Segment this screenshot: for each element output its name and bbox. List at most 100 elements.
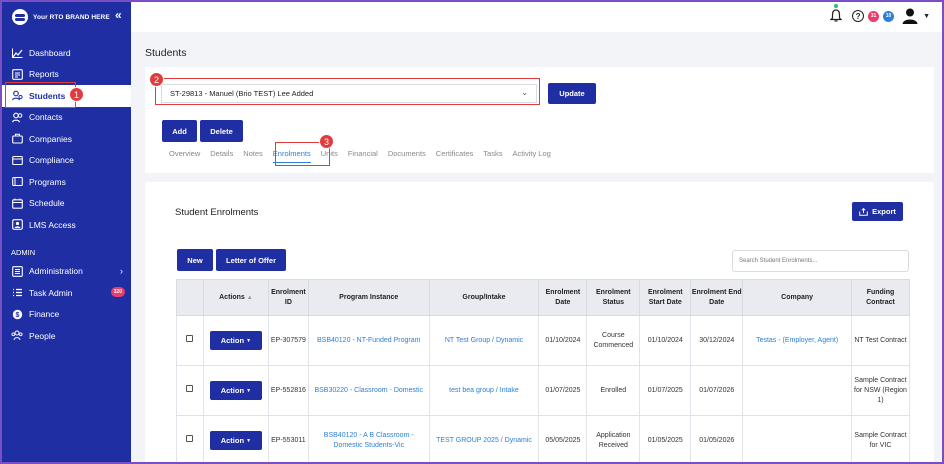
update-button[interactable]: Update [548, 83, 596, 104]
bell-icon[interactable] [829, 4, 844, 24]
tab-documents[interactable]: Documents [388, 149, 426, 163]
people-icon [11, 330, 23, 341]
collapse-sidebar-icon[interactable]: « [115, 8, 122, 22]
page-title: Students [145, 47, 187, 59]
column-header: Enrolment ID [267, 279, 309, 316]
row-checkbox[interactable] [186, 435, 194, 442]
lms-icon [11, 219, 23, 231]
app-frame: Your RTO BRAND HERE « Dashboard Reports [2, 2, 942, 462]
row-action-button[interactable]: Action ▼ [209, 431, 262, 450]
company-link[interactable] [742, 365, 852, 416]
compliance-icon [11, 155, 23, 166]
column-header: Enrolment End Date [690, 279, 744, 316]
letter-of-offer-button[interactable]: Letter of Offer [216, 249, 286, 271]
schedule-icon [11, 198, 23, 209]
column-header: Funding Contract [851, 279, 910, 316]
task-count-badge: 320 [110, 287, 125, 297]
enrolment-start-date: 01/10/2024 [639, 315, 692, 366]
sidebar-item-schedule[interactable]: Schedule [2, 193, 131, 215]
enrolment-date: 05/05/2025 [538, 415, 588, 462]
tab-activity-log[interactable]: Activity Log [512, 149, 550, 163]
help-icon[interactable]: ? [852, 10, 865, 22]
sidebar-item-task-admin[interactable]: Task Admin 320 [2, 282, 131, 304]
search-input[interactable]: Search Student Enrolments... [732, 250, 909, 272]
column-header: Enrolment Start Date [639, 279, 692, 316]
column-header: Program Instance [307, 279, 430, 316]
caret-down-icon: ▼ [246, 337, 252, 344]
enrolments-heading: Student Enrolments [175, 207, 259, 218]
brand[interactable]: Your RTO BRAND HERE [12, 9, 110, 25]
tab-financial[interactable]: Financial [348, 149, 378, 163]
sidebar-section-admin: ADMIN [11, 247, 36, 257]
tab-tasks[interactable]: Tasks [483, 149, 502, 163]
enrolment-id: EP-307579 [267, 315, 309, 366]
sidebar-item-dashboard[interactable]: Dashboard [2, 42, 131, 64]
sort-icon: ▲ [246, 294, 253, 301]
group-intake-link[interactable]: test bea group / Intake [428, 365, 540, 416]
company-link[interactable] [742, 415, 852, 462]
column-header: Group/Intake [428, 279, 540, 316]
tab-certificates[interactable]: Certificates [436, 149, 474, 163]
sidebar-item-label: Dashboard [29, 47, 71, 58]
funding-contract: NT Test Contract [851, 315, 910, 366]
enrolment-start-date: 01/05/2025 [639, 415, 692, 462]
table-header-row: Actions ▲ Enrolment ID Program Instance … [176, 279, 910, 316]
sidebar-item-administration[interactable]: Administration › [2, 261, 131, 283]
highlight-students [5, 82, 76, 108]
add-button[interactable]: Add [162, 120, 197, 142]
alerts-badge[interactable]: 10 [883, 10, 895, 22]
row-checkbox[interactable] [186, 335, 194, 342]
user-menu-caret-icon[interactable]: ▼ [923, 13, 930, 20]
table-row: Action ▼ EP-552816 BSB30220 - Classroom … [176, 365, 910, 416]
top-icons: ? 31 10 ▼ [829, 4, 930, 25]
sidebar-item-label: Schedule [29, 198, 65, 209]
caret-down-icon: ▼ [246, 437, 252, 444]
delete-button[interactable]: Delete [200, 120, 243, 142]
sidebar-item-companies[interactable]: Companies [2, 128, 131, 150]
new-enrolment-button[interactable]: New [177, 249, 213, 271]
sidebar-item-label: Companies [29, 133, 72, 144]
enrolments-card: Student Enrolments Export New Letter of … [145, 182, 934, 462]
program-instance-link[interactable]: BSB40120 - A B Classroom - Domestic Stud… [307, 415, 430, 462]
enrolment-end-date: 30/12/2024 [690, 315, 744, 366]
funding-contract: Sample Contract for VIC [851, 415, 910, 462]
sidebar-item-label: Contacts [29, 112, 63, 123]
tab-notes[interactable]: Notes [243, 149, 263, 163]
column-header[interactable]: Actions ▲ [202, 279, 269, 316]
contacts-icon [11, 112, 23, 123]
sidebar-item-lms-access[interactable]: LMS Access [2, 214, 131, 236]
company-link[interactable]: Testas - (Employer, Agent) [742, 315, 852, 366]
sidebar-item-compliance[interactable]: Compliance [2, 150, 131, 172]
program-instance-link[interactable]: BSB40120 - NT-Funded Program [307, 315, 430, 366]
column-header: Company [742, 279, 852, 316]
enrolment-id: EP-552816 [267, 365, 309, 416]
tab-overview[interactable]: Overview [169, 149, 200, 163]
messages-badge[interactable]: 31 [868, 10, 880, 22]
tasks-icon [11, 287, 23, 298]
sidebar-item-people[interactable]: People [2, 325, 131, 347]
enrolment-status: Application Received [586, 415, 641, 462]
report-icon [11, 68, 23, 80]
sidebar-item-finance[interactable]: $ Finance [2, 304, 131, 326]
avatar[interactable] [901, 7, 919, 25]
group-intake-link[interactable]: NT Test Group / Dynamic [428, 315, 540, 366]
row-action-button[interactable]: Action ▼ [209, 331, 262, 350]
sidebar-item-programs[interactable]: Programs [2, 171, 131, 193]
companies-icon [11, 133, 23, 144]
row-action-button[interactable]: Action ▼ [209, 381, 262, 400]
program-instance-link[interactable]: BSB30220 - Classroom - Domestic [307, 365, 430, 416]
tab-details[interactable]: Details [210, 149, 233, 163]
sidebar-item-contacts[interactable]: Contacts [2, 107, 131, 129]
sidebar-item-label: Programs [29, 176, 66, 187]
sidebar-item-label: People [29, 330, 56, 341]
topbar: ? 31 10 ▼ [131, 2, 942, 32]
group-intake-link[interactable]: TEST GROUP 2025 / Dynamic [428, 415, 540, 462]
table-row: Action ▼ EP-553011 BSB40120 - A B Classr… [176, 415, 910, 462]
row-checkbox[interactable] [186, 385, 194, 392]
gear-icon [11, 265, 23, 277]
sidebar-item-label: Compliance [29, 155, 74, 166]
select-all-column [176, 279, 204, 316]
callout-1: 1 [69, 87, 84, 102]
enrolment-date: 01/07/2025 [538, 365, 588, 416]
export-button[interactable]: Export [852, 202, 903, 221]
